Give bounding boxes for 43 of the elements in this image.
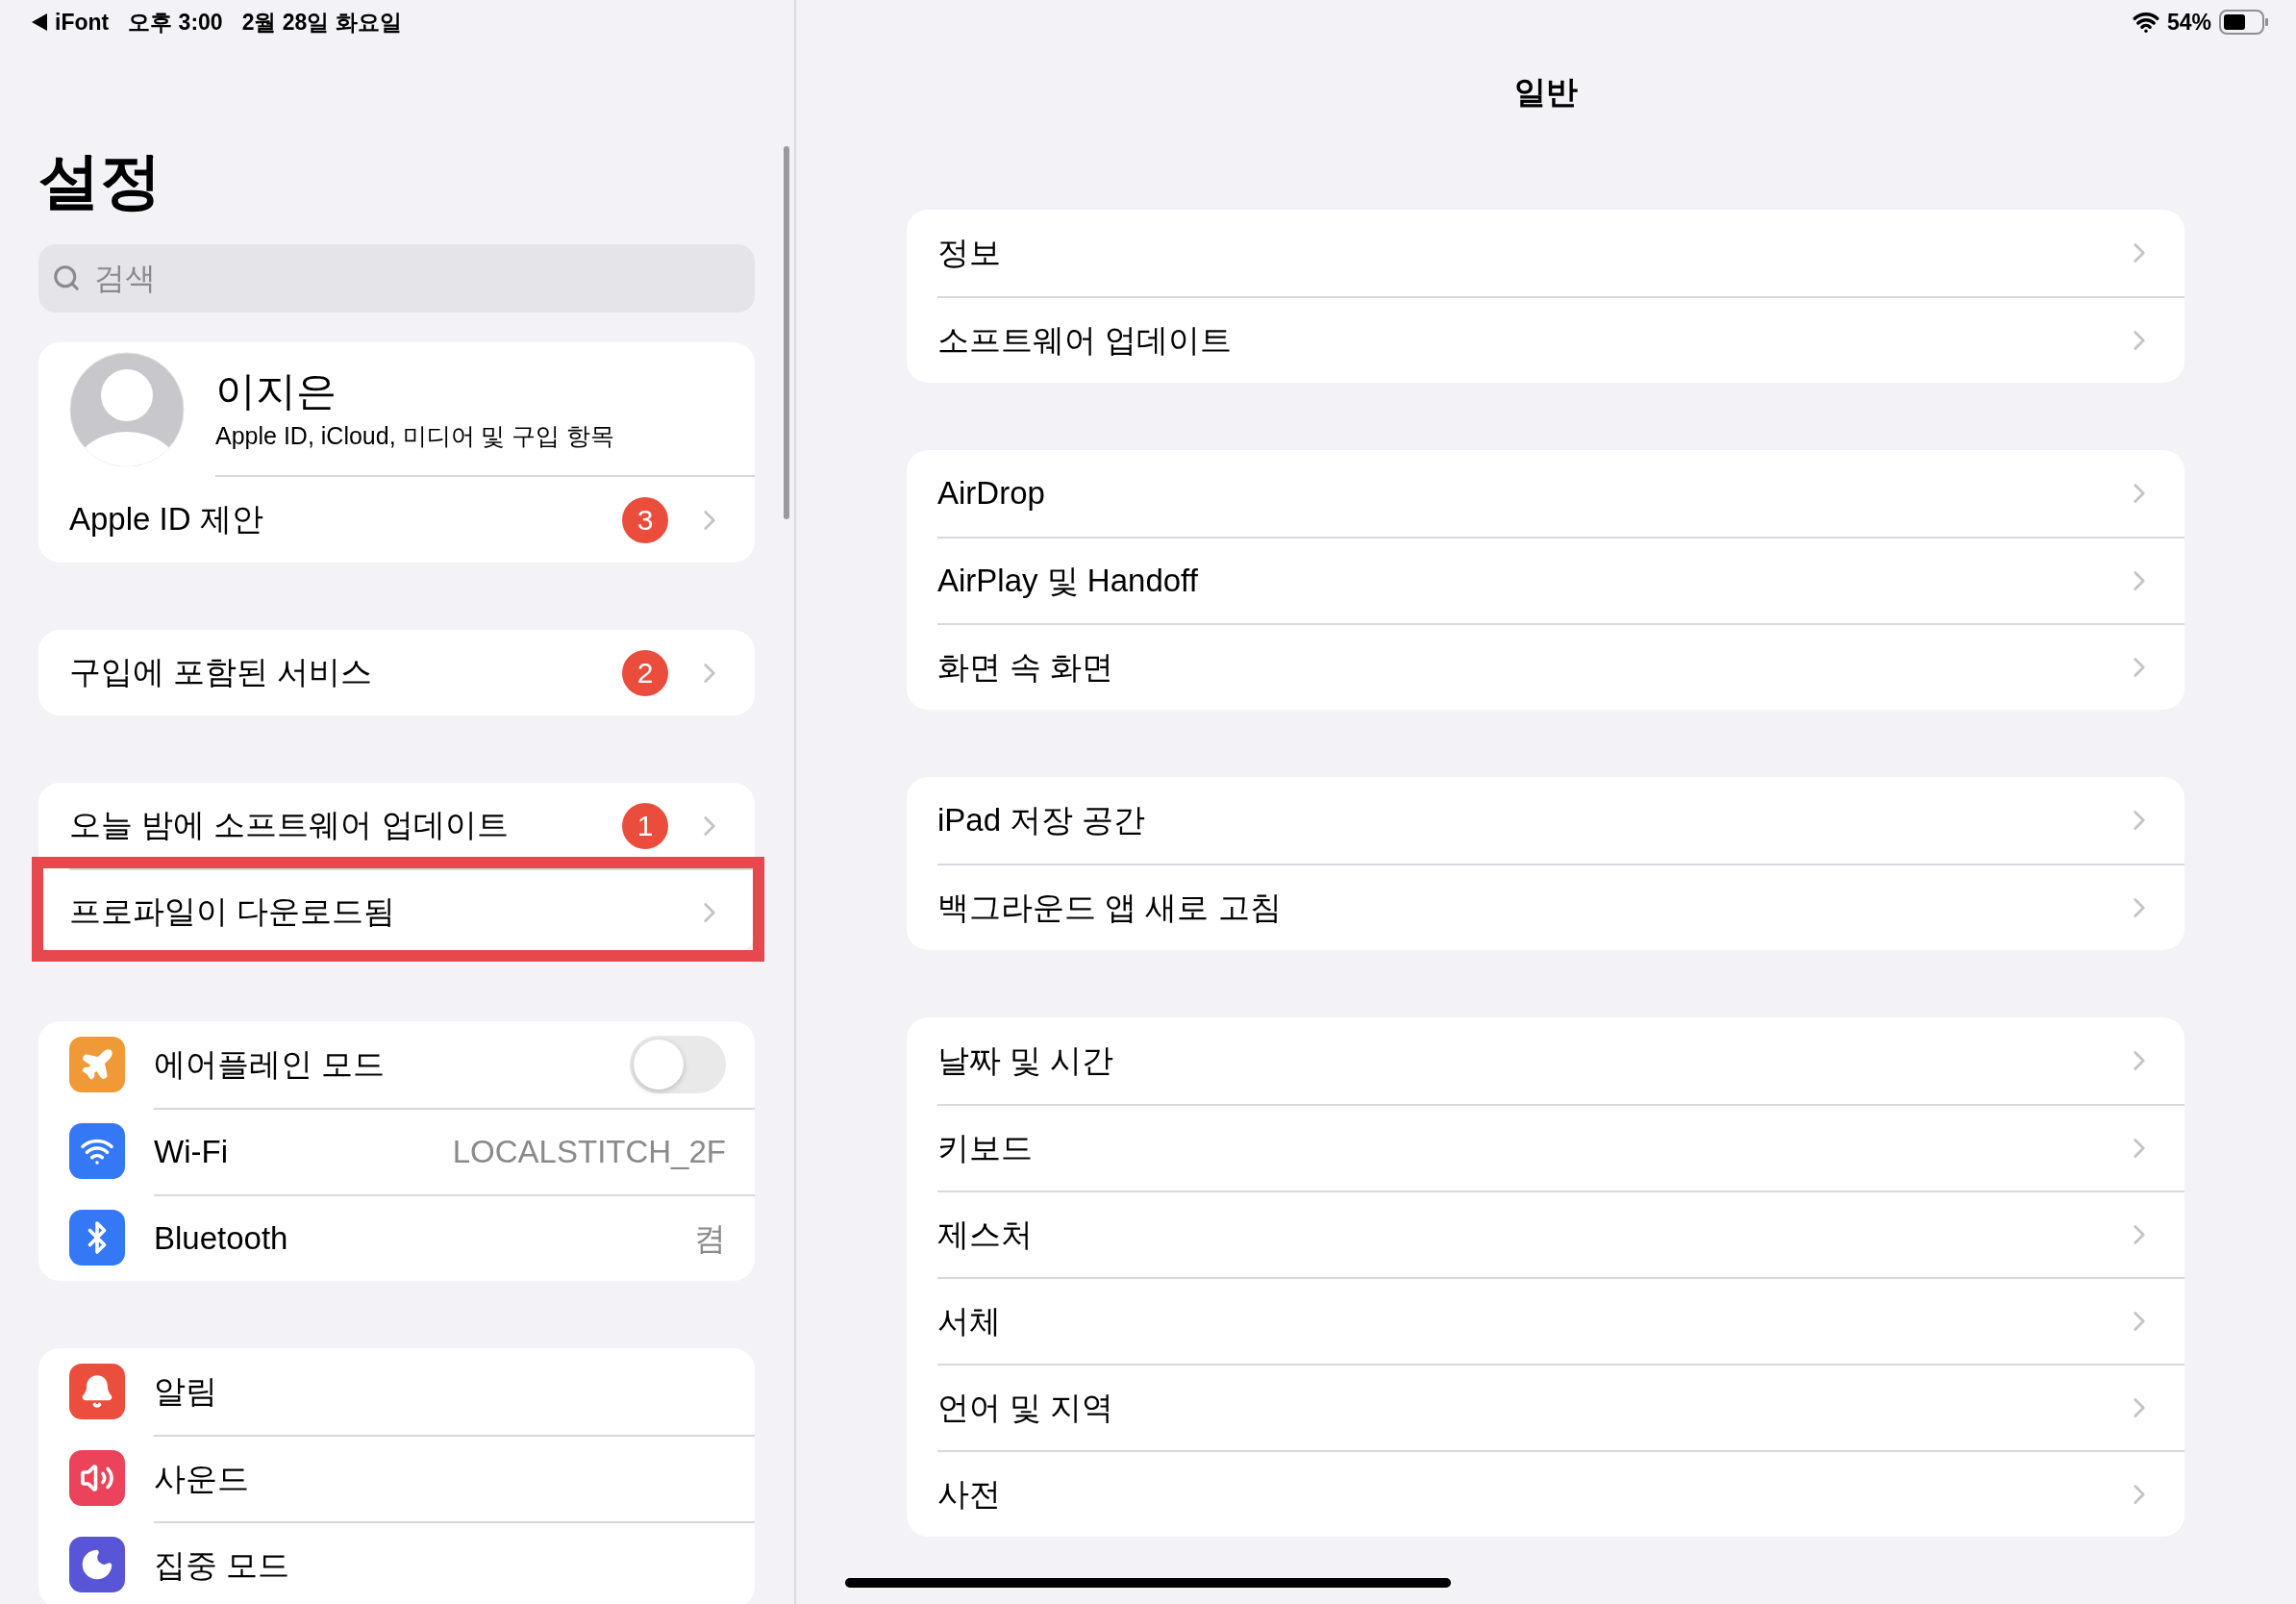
settings-row[interactable]: 서체 bbox=[907, 1277, 2184, 1364]
back-arrow-icon[interactable] bbox=[32, 13, 47, 31]
row-value: LOCALSTITCH_2F bbox=[452, 1134, 726, 1170]
detail-title: 일반 bbox=[1513, 73, 1578, 112]
settings-row[interactable]: 사운드 bbox=[38, 1435, 755, 1521]
battery-percent: 54% bbox=[2166, 9, 2211, 36]
settings-row[interactable]: Bluetooth 켬 bbox=[38, 1194, 755, 1281]
search-field[interactable]: 검색 bbox=[38, 244, 755, 313]
settings-row[interactable]: 집중 모드 bbox=[38, 1521, 755, 1604]
settings-row[interactable]: 날짜 및 시간 bbox=[907, 1017, 2184, 1104]
battery-icon bbox=[2219, 10, 2269, 35]
status-date: 2월 28일 화요일 bbox=[241, 8, 402, 37]
settings-row[interactable]: AirPlay 및 Handoff bbox=[907, 537, 2184, 623]
settings-row[interactable]: 소프트웨어 업데이트 bbox=[907, 296, 2184, 383]
settings-row[interactable]: 제스처 bbox=[907, 1190, 2184, 1277]
search-icon bbox=[52, 263, 81, 292]
profile-subtitle: Apple ID, iCloud, 미디어 및 구입 항목 bbox=[215, 420, 616, 451]
notification-badge: 1 bbox=[622, 802, 668, 849]
settings-row[interactable]: 알림 bbox=[38, 1348, 755, 1435]
settings-row[interactable]: Apple ID 제안 3 bbox=[38, 477, 755, 563]
settings-row[interactable]: 백그라운드 앱 새로 고침 bbox=[907, 864, 2184, 950]
settings-row[interactable]: AirDrop bbox=[907, 450, 2184, 537]
notification-badge: 3 bbox=[622, 496, 668, 543]
settings-row[interactable]: iPad 저장 공간 bbox=[907, 777, 2184, 864]
profile-name: 이지은 bbox=[215, 366, 337, 415]
avatar-icon bbox=[69, 352, 185, 467]
page-title: 설정 bbox=[38, 145, 162, 217]
settings-row[interactable]: 에어플레인 모드 bbox=[38, 1021, 755, 1108]
settings-row[interactable]: 정보 bbox=[907, 210, 2184, 296]
settings-row[interactable]: 오늘 밤에 소프트웨어 업데이트 1 bbox=[38, 783, 755, 868]
status-time: 오후 3:00 bbox=[128, 8, 223, 37]
back-app-label[interactable]: iFont bbox=[55, 9, 110, 36]
settings-row[interactable]: 화면 속 화면 bbox=[907, 623, 2184, 710]
row-value: 켬 bbox=[694, 1218, 726, 1258]
settings-row[interactable]: 프로파일이 다운로드됨 bbox=[38, 868, 755, 954]
settings-row[interactable]: Wi-Fi LOCALSTITCH_2F bbox=[38, 1108, 755, 1194]
settings-row[interactable]: 언어 및 지역 bbox=[907, 1364, 2184, 1450]
notification-badge: 2 bbox=[622, 649, 668, 696]
settings-row[interactable]: 키보드 bbox=[907, 1104, 2184, 1190]
profile-row[interactable]: 이지은 Apple ID, iCloud, 미디어 및 구입 항목 bbox=[38, 342, 755, 477]
toggle-switch[interactable] bbox=[630, 1036, 726, 1093]
settings-row[interactable]: 사전 bbox=[907, 1450, 2184, 1537]
settings-row[interactable]: 구입에 포함된 서비스 2 bbox=[38, 630, 755, 715]
